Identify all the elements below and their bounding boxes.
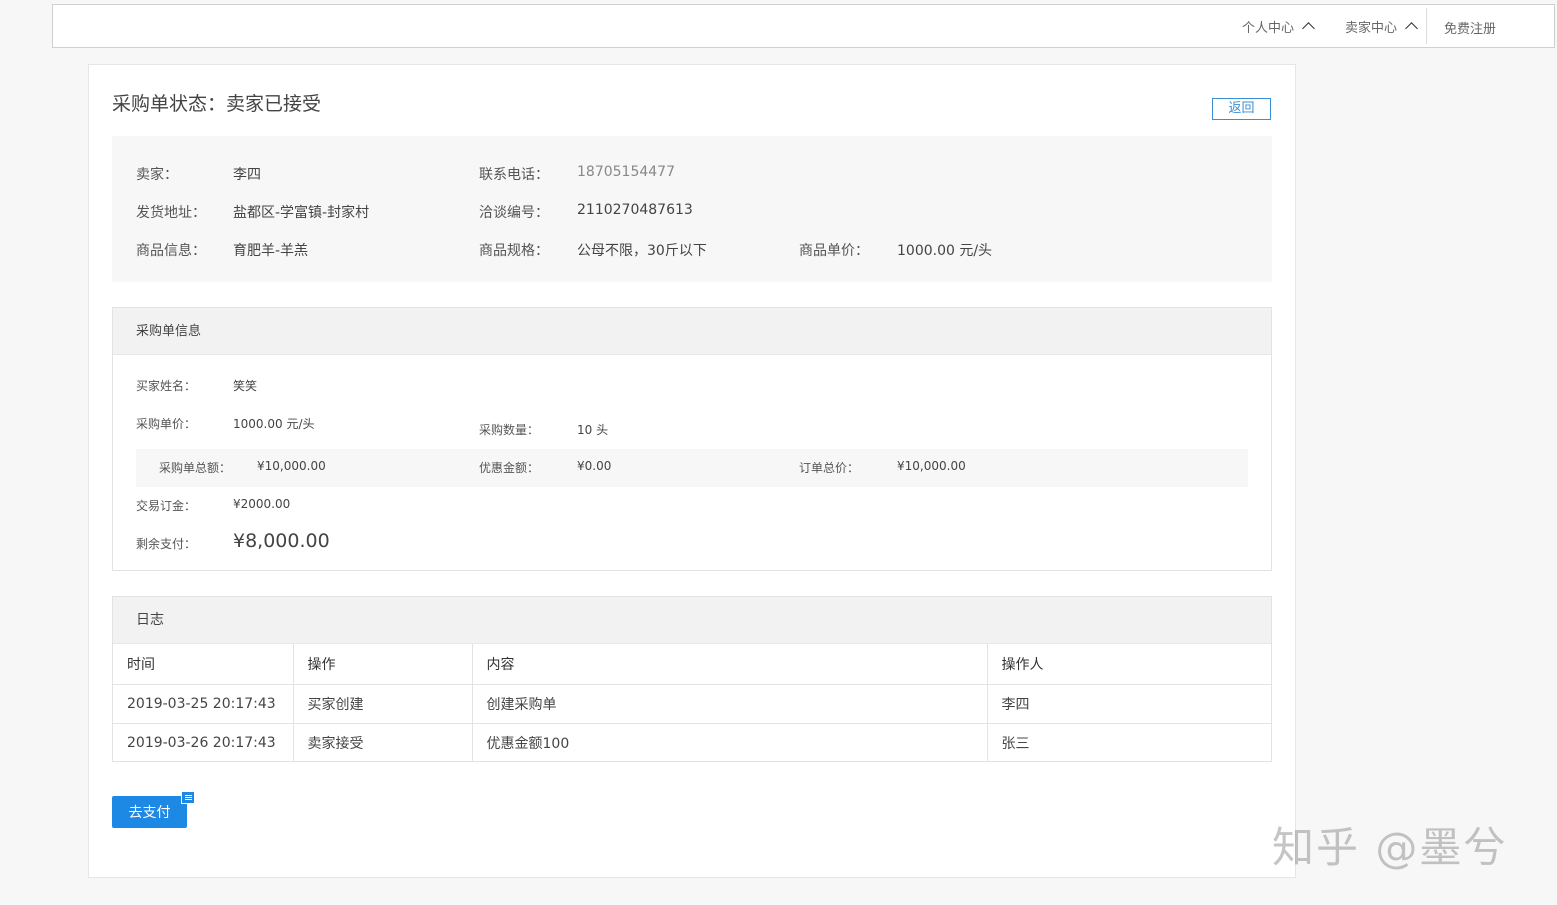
address-label: 发货地址： xyxy=(136,205,206,221)
back-button[interactable]: 返回 xyxy=(1212,98,1271,120)
total-value: ¥10,000.00 xyxy=(257,459,326,473)
log-operator-cell: 张三 xyxy=(1001,735,1030,752)
seller-center-label: 卖家中心 xyxy=(1344,20,1397,36)
order-total-value: ¥10,000.00 xyxy=(897,459,966,473)
log-time-cell: 2019-03-25 20:17:43 xyxy=(113,684,294,724)
order-detail-card: 采购单状态：卖家已接受 返回 卖家： 李四 联系电话： 18705154477 … xyxy=(88,64,1296,878)
product-value: 育肥羊-羊羔 xyxy=(233,243,309,259)
watermark: 知乎 @墨兮 xyxy=(1272,823,1508,872)
quantity-value: 10 头 xyxy=(577,423,609,437)
seller-label: 卖家： xyxy=(136,167,178,183)
personal-center-label: 个人中心 xyxy=(1241,20,1294,36)
log-panel: 日志 时间 操作 内容 操作人 2019-03-25 20:17:43 买家创建… xyxy=(112,596,1272,762)
column-header-time: 时间 xyxy=(113,644,294,685)
seller-center-menu[interactable]: 卖家中心 xyxy=(1344,17,1418,36)
list-icon xyxy=(181,791,195,804)
discount-label: 优惠金额： xyxy=(479,461,540,475)
negotiation-value: 2110270487613 xyxy=(577,202,693,218)
chevron-up-icon xyxy=(1405,22,1418,35)
phone-value: 18705154477 xyxy=(577,164,675,180)
quantity-label: 采购数量： xyxy=(479,423,540,437)
remaining-label: 剩余支付： xyxy=(136,537,197,551)
buyer-name-value: 笑笑 xyxy=(233,379,258,393)
negotiation-label: 洽谈编号： xyxy=(479,205,549,221)
register-link[interactable]: 免费注册 xyxy=(1444,18,1554,37)
personal-center-menu[interactable]: 个人中心 xyxy=(1241,17,1315,36)
unit-price-value: 1000.00 元/头 xyxy=(897,243,993,259)
column-header-content: 内容 xyxy=(472,644,988,685)
log-table: 时间 操作 内容 操作人 2019-03-25 20:17:43 买家创建 创建… xyxy=(113,644,1271,762)
top-nav-links: 个人中心 卖家中心 免费注册 xyxy=(1242,5,1554,47)
log-header-row: 时间 操作 内容 操作人 xyxy=(113,644,1271,685)
column-header-action: 操作 xyxy=(293,644,473,685)
column-header-operator: 操作人 xyxy=(987,644,1271,685)
seller-value: 李四 xyxy=(233,167,261,183)
order-info-panel: 采购单信息 买家姓名： 笑笑 采购单价： 1000.00 元/头 采购数量： 1… xyxy=(112,307,1272,571)
phone-label: 联系电话： xyxy=(479,167,549,183)
product-label: 商品信息： xyxy=(136,243,206,259)
order-total-label: 订单总价： xyxy=(799,461,860,475)
remaining-value: ¥8,000.00 xyxy=(233,530,330,552)
log-time-cell: 2019-03-26 20:17:43 xyxy=(113,723,294,762)
deposit-value: ¥2000.00 xyxy=(233,497,291,511)
table-row: 2019-03-26 20:17:43 卖家接受 优惠金额100 张三 xyxy=(113,723,1271,762)
table-row: 2019-03-25 20:17:43 买家创建 创建采购单 李四 xyxy=(113,684,1271,724)
log-operator-cell: 李四 xyxy=(987,684,1271,724)
purchase-price-value: 1000.00 元/头 xyxy=(233,417,315,431)
deposit-label: 交易订金： xyxy=(136,499,197,513)
nav-divider xyxy=(1426,8,1427,44)
log-heading: 日志 xyxy=(113,597,1271,644)
spec-label: 商品规格： xyxy=(479,243,549,259)
log-action-cell: 买家创建 xyxy=(293,684,473,724)
total-label: 采购单总额： xyxy=(159,461,232,475)
pay-button[interactable]: 去支付 xyxy=(112,796,187,828)
log-content-cell: 创建采购单 xyxy=(472,684,988,724)
unit-price-label: 商品单价： xyxy=(799,243,869,259)
discount-value: ¥0.00 xyxy=(577,459,612,473)
log-action-cell: 卖家接受 xyxy=(293,723,473,762)
log-content-cell: 优惠金额100 xyxy=(472,723,988,762)
purchase-price-label: 采购单价： xyxy=(136,417,197,431)
chevron-up-icon xyxy=(1302,22,1315,35)
address-value: 盐都区-学富镇-封家村 xyxy=(233,205,370,221)
page-title: 采购单状态：卖家已接受 xyxy=(112,93,322,115)
buyer-name-label: 买家姓名： xyxy=(136,379,197,393)
top-navbar: 个人中心 卖家中心 免费注册 xyxy=(52,4,1555,48)
spec-value: 公母不限，30斤以下 xyxy=(577,243,707,259)
seller-info-box: 卖家： 李四 联系电话： 18705154477 发货地址： 盐都区-学富镇-封… xyxy=(112,136,1272,282)
order-info-heading: 采购单信息 xyxy=(113,308,1271,355)
